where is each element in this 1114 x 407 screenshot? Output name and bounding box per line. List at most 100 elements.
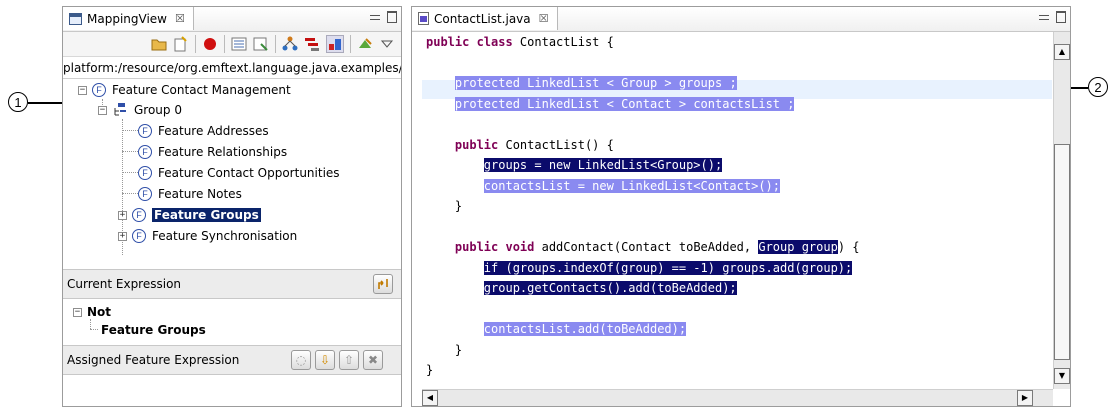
tree-node-addresses[interactable]: F Feature Addresses bbox=[138, 121, 269, 141]
code-line[interactable]: protected LinkedList < Group > groups ; bbox=[426, 74, 737, 93]
tab-contactlist-label: ContactList.java bbox=[434, 11, 531, 26]
collapse-icon[interactable]: − bbox=[73, 307, 82, 317]
tree-node-label: Feature Notes bbox=[158, 187, 242, 201]
mapping-view-window-buttons bbox=[370, 11, 397, 23]
tree-node-contact-opportunities[interactable]: F Feature Contact Opportunities bbox=[138, 163, 340, 183]
callout-2-line bbox=[1068, 87, 1088, 89]
colors-icon[interactable] bbox=[304, 36, 320, 52]
filter-icon[interactable] bbox=[253, 36, 269, 52]
list-view-icon[interactable] bbox=[231, 36, 247, 52]
new-file-icon[interactable] bbox=[173, 36, 189, 52]
feature-icon: F bbox=[138, 145, 152, 159]
tree-node-label: Group 0 bbox=[134, 103, 182, 117]
tree-node-notes[interactable]: F Feature Notes bbox=[138, 184, 242, 204]
code-line[interactable]: protected LinkedList < Contact > contact… bbox=[426, 95, 795, 114]
tree-connector bbox=[122, 193, 138, 194]
feature-icon: F bbox=[138, 187, 152, 201]
code-text: } bbox=[426, 363, 434, 377]
maximize-button[interactable] bbox=[387, 11, 397, 23]
record-icon[interactable] bbox=[202, 36, 218, 52]
editor-tabbar: ContactList.java ☒ bbox=[412, 7, 1070, 32]
code-line[interactable]: groups = new LinkedList<Group>(); bbox=[426, 156, 723, 175]
code-line[interactable]: public void addContact(Contact toBeAdded… bbox=[426, 238, 860, 257]
expand-icon[interactable]: + bbox=[118, 231, 127, 241]
code-text: ContactList() { bbox=[505, 137, 614, 152]
horizontal-scrollbar[interactable]: ◀ ▶ bbox=[422, 389, 1053, 406]
code-line[interactable]: group.getContacts().add(toBeAdded); bbox=[426, 279, 737, 298]
minimize-button[interactable] bbox=[370, 15, 380, 20]
tree-node-contact-management[interactable]: − F Feature Contact Management bbox=[78, 80, 291, 100]
tree-node-synchronisation[interactable]: + F Feature Synchronisation bbox=[118, 226, 297, 246]
scroll-down-button[interactable]: ▼ bbox=[1054, 368, 1070, 384]
move-up-button[interactable]: ⇧ bbox=[339, 350, 359, 370]
toolbar-separator bbox=[350, 35, 351, 53]
callout-1: 1 bbox=[8, 92, 28, 112]
scroll-right-button[interactable]: ▶ bbox=[1017, 390, 1033, 406]
current-expression-header: Current Expression bbox=[63, 269, 401, 299]
editor-ruler bbox=[412, 32, 420, 389]
tree-node-group-0[interactable]: − Group 0 bbox=[98, 100, 182, 120]
mapping-view-tabbar: MappingView ☒ bbox=[63, 7, 401, 32]
code-line[interactable]: } bbox=[426, 361, 433, 380]
java-file-icon bbox=[418, 12, 429, 25]
sync-icon[interactable] bbox=[357, 36, 373, 52]
reset-button[interactable]: ◌ bbox=[291, 350, 311, 370]
collapse-icon[interactable]: − bbox=[98, 105, 107, 115]
expression-root[interactable]: − Not bbox=[73, 302, 111, 322]
close-icon[interactable]: ☒ bbox=[175, 12, 185, 25]
code-line[interactable]: public class ContactList { bbox=[426, 33, 614, 52]
tree-node-relationships[interactable]: F Feature Relationships bbox=[138, 142, 287, 162]
toolbar-separator bbox=[275, 35, 276, 53]
assigned-expression-header: Assigned Feature Expression ◌ ⇩ ⇧ ✖ bbox=[63, 345, 401, 375]
code-highlight: contactsList = new LinkedList<Contact>()… bbox=[483, 178, 781, 193]
open-folder-icon[interactable] bbox=[151, 36, 167, 52]
palette-icon[interactable] bbox=[326, 35, 344, 53]
callout-2: 2 bbox=[1088, 77, 1108, 97]
move-down-button[interactable]: ⇩ bbox=[315, 350, 335, 370]
feature-icon: F bbox=[92, 83, 106, 97]
code-line[interactable]: contactsList.add(toBeAdded); bbox=[426, 320, 687, 339]
tab-contactlist-java[interactable]: ContactList.java ☒ bbox=[412, 7, 558, 30]
feature-icon: F bbox=[132, 229, 146, 243]
expression-child[interactable]: Feature Groups bbox=[101, 320, 206, 340]
code-text: } bbox=[426, 342, 463, 357]
code-line[interactable]: } bbox=[426, 341, 462, 360]
delete-button[interactable]: ✖ bbox=[363, 350, 383, 370]
maximize-button[interactable] bbox=[1056, 11, 1066, 23]
model-path: platform:/resource/org.emftext.language.… bbox=[63, 58, 401, 79]
scroll-left-button[interactable]: ◀ bbox=[422, 390, 438, 406]
code-line[interactable]: } bbox=[426, 197, 462, 216]
code-highlight: Group group bbox=[758, 240, 838, 254]
scroll-up-button[interactable]: ▲ bbox=[1054, 44, 1070, 60]
code-line[interactable]: public ContactList() { bbox=[426, 136, 614, 155]
code-keyword: public bbox=[454, 137, 506, 152]
feature-icon: F bbox=[132, 208, 146, 222]
tab-mapping-view[interactable]: MappingView ☒ bbox=[63, 7, 194, 30]
mapping-view-toolbar bbox=[63, 32, 401, 57]
tree-connector bbox=[90, 329, 98, 330]
code-keyword: public class bbox=[426, 35, 520, 49]
collapse-icon[interactable]: − bbox=[78, 85, 87, 95]
close-icon[interactable]: ☒ bbox=[539, 12, 549, 25]
minimize-button[interactable] bbox=[1039, 15, 1049, 20]
code-line[interactable]: if (groups.indexOf(group) == -1) groups.… bbox=[426, 259, 853, 278]
view-menu-icon[interactable] bbox=[379, 36, 395, 52]
vertical-scrollbar[interactable]: ▲ ▼ bbox=[1053, 32, 1070, 389]
apply-expression-button[interactable] bbox=[373, 274, 393, 294]
code-highlight: protected LinkedList < Contact > contact… bbox=[454, 96, 795, 111]
expand-icon[interactable]: + bbox=[118, 210, 127, 220]
code-line[interactable]: contactsList = new LinkedList<Contact>()… bbox=[426, 177, 781, 196]
view-icon bbox=[69, 12, 82, 25]
hierarchy-icon[interactable] bbox=[282, 36, 298, 52]
tree-node-groups[interactable]: + F Feature Groups bbox=[118, 205, 261, 225]
scroll-thumb[interactable] bbox=[1054, 144, 1070, 360]
tab-mapping-view-label: MappingView bbox=[87, 11, 167, 26]
